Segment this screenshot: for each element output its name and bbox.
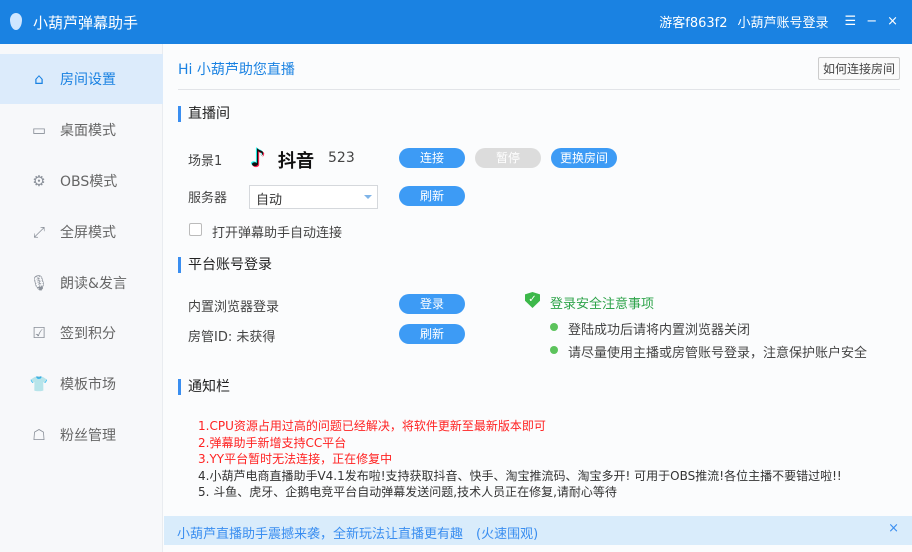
shirt-icon: 👕 xyxy=(29,375,49,393)
server-select[interactable]: 自动 xyxy=(249,185,378,209)
sidebar-item-label: 桌面模式 xyxy=(60,123,116,139)
server-label: 服务器 xyxy=(188,191,228,206)
close-icon[interactable]: × xyxy=(887,14,898,29)
notice-item: 3.YY平台暂时无法连接，正在修复中 xyxy=(198,452,393,466)
shield-check-icon: ✓ xyxy=(525,292,540,308)
notice-item: 1.CPU资源占用过高的问题已经解决，将软件更新至最新版本即可 xyxy=(198,419,546,433)
browser-login-label: 内置浏览器登录 xyxy=(188,300,280,315)
monitor-icon: ▭ xyxy=(31,121,47,139)
bullet-icon xyxy=(550,323,558,331)
sidebar-item-label: 签到积分 xyxy=(60,326,116,342)
bullet-icon xyxy=(550,346,558,354)
main-panel: Hi 小葫芦助您直播 如何连接房间 直播间 场景1 ♪ 抖音 523 连接 暂停… xyxy=(164,44,912,516)
login-button[interactable]: 登录 xyxy=(399,294,465,314)
promo-link[interactable]: 小葫芦直播助手震撼来袭，全新玩法让直播更有趣 (火速围观) xyxy=(177,523,538,542)
promo-banner: 小葫芦直播助手震撼来袭，全新玩法让直播更有趣 (火速围观) × xyxy=(164,516,912,545)
greeting: Hi 小葫芦助您直播 xyxy=(178,62,295,78)
notice-list: 1.CPU资源占用过高的问题已经解决，将软件更新至最新版本即可 2.弹幕助手新增… xyxy=(198,418,842,501)
app-title: 小葫芦弹幕助手 xyxy=(33,14,139,32)
sidebar-item-label: 朗读&发言 xyxy=(60,276,127,292)
connect-button[interactable]: 连接 xyxy=(399,148,465,168)
sidebar-item-desktop-mode[interactable]: ▭ 桌面模式 xyxy=(0,105,163,155)
sidebar-item-fan-management[interactable]: ☖ 粉丝管理 xyxy=(0,410,163,460)
fullscreen-icon: ⤢ xyxy=(32,223,45,241)
title-bar: 小葫芦弹幕助手 游客f863f2 小葫芦账号登录 ☰ − × xyxy=(0,0,912,44)
change-room-button[interactable]: 更换房间 xyxy=(551,148,617,168)
guest-user[interactable]: 游客f863f2 xyxy=(659,12,727,31)
minimize-icon[interactable]: − xyxy=(866,14,877,29)
sidebar-item-label: 粉丝管理 xyxy=(60,428,116,444)
auto-connect-checkbox[interactable] xyxy=(189,223,202,236)
sidebar-item-obs-mode[interactable]: ⚙ OBS模式 xyxy=(0,156,163,206)
sidebar: ⌂ 房间设置 ▭ 桌面模式 ⚙ OBS模式 ⤢ 全屏模式 🎙 朗读&发言 ☑ 签到积分 👕 模… xyxy=(0,44,163,552)
account-login-link[interactable]: 小葫芦账号登录 xyxy=(738,12,829,31)
manager-id-label: 房管ID: 未获得 xyxy=(188,330,276,345)
home-icon: ⌂ xyxy=(34,70,44,88)
section-notice: 通知栏 xyxy=(178,379,230,395)
sidebar-item-template-market[interactable]: 👕 模板市场 xyxy=(0,359,163,409)
section-live-room: 直播间 xyxy=(178,106,230,122)
divider xyxy=(178,89,900,90)
sidebar-item-label: 模板市场 xyxy=(60,377,116,393)
manager-refresh-button[interactable]: 刷新 xyxy=(399,324,465,344)
sidebar-item-label: 房间设置 xyxy=(60,72,116,88)
safety-tip: 请尽量使用主播或房管账号登录，注意保护账户安全 xyxy=(568,346,868,361)
server-refresh-button[interactable]: 刷新 xyxy=(399,186,465,206)
app-logo-icon xyxy=(10,13,22,30)
server-value: 自动 xyxy=(256,193,283,208)
room-id: 523 xyxy=(328,150,355,166)
microphone-icon: 🎙 xyxy=(29,274,49,292)
auto-connect-label: 打开弹幕助手自动连接 xyxy=(212,226,343,241)
fan-icon: ☖ xyxy=(32,426,46,444)
calendar-check-icon: ☑ xyxy=(32,324,46,342)
sidebar-item-fullscreen-mode[interactable]: ⤢ 全屏模式 xyxy=(0,207,163,257)
how-to-connect-button[interactable]: 如何连接房间 xyxy=(817,57,900,80)
close-banner-icon[interactable]: × xyxy=(888,521,899,536)
safety-title: 登录安全注意事项 xyxy=(550,297,655,312)
sidebar-item-read-speak[interactable]: 🎙 朗读&发言 xyxy=(0,258,163,308)
scene-label: 场景1 xyxy=(188,154,223,169)
pause-button[interactable]: 暂停 xyxy=(475,148,541,168)
section-platform-login: 平台账号登录 xyxy=(178,257,272,273)
notice-item: 2.弹幕助手新增支持CC平台 xyxy=(198,435,347,450)
sidebar-item-label: OBS模式 xyxy=(60,174,118,190)
notice-item: 4.小葫芦电商直播助手V4.1发布啦!支持获取抖音、快手、淘宝推流码、淘宝多开!… xyxy=(198,468,842,483)
safety-tip: 登陆成功后请将内置浏览器关闭 xyxy=(568,323,751,338)
platform-name: 抖音 xyxy=(278,151,314,172)
obs-icon: ⚙ xyxy=(32,172,46,190)
douyin-logo-icon: ♪ xyxy=(250,144,266,172)
notice-item: 5. 斗鱼、虎牙、企鹅电竞平台自动弹幕发送问题,技术人员正在修复,请耐心等待 xyxy=(198,485,617,499)
sidebar-item-room-settings[interactable]: ⌂ 房间设置 xyxy=(0,54,163,104)
sidebar-item-label: 全屏模式 xyxy=(60,225,116,241)
chevron-down-icon xyxy=(364,195,372,199)
sidebar-item-checkin-points[interactable]: ☑ 签到积分 xyxy=(0,308,163,358)
menu-icon[interactable]: ☰ xyxy=(845,14,857,29)
